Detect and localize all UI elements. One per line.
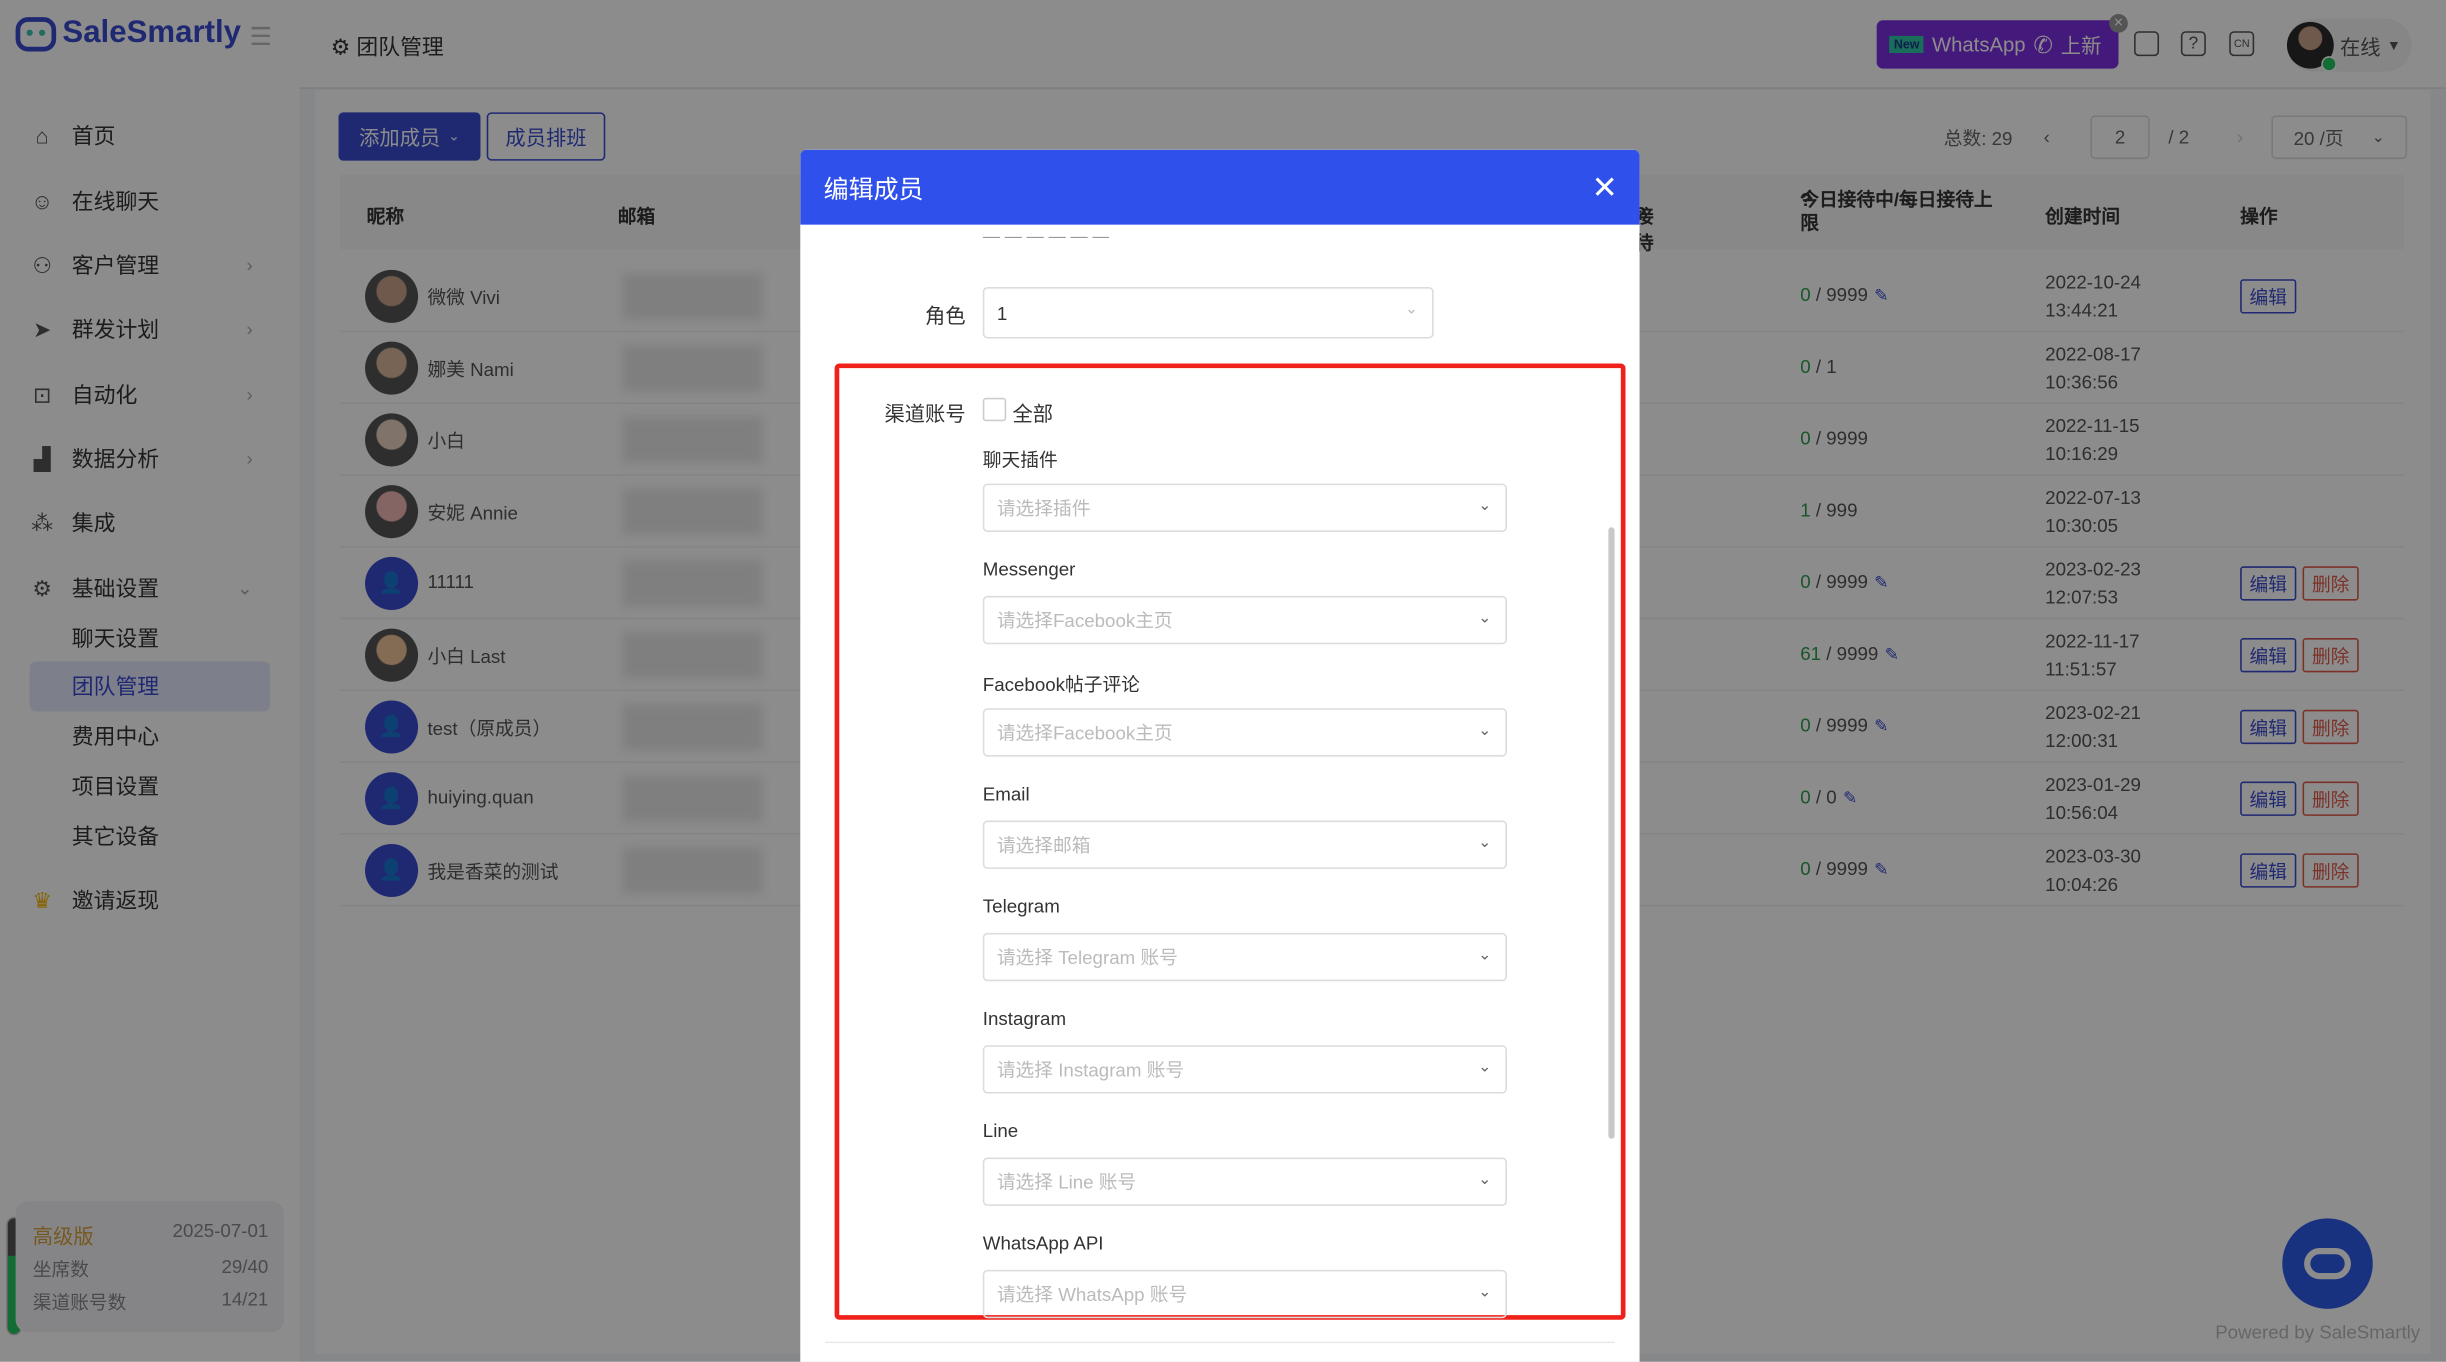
modal-header: 编辑成员 xyxy=(800,149,1640,225)
role-value: 1 xyxy=(996,301,1008,324)
select-placeholder: 请选择Facebook主页 xyxy=(996,722,1173,745)
channel-field-label: WhatsApp API xyxy=(982,1232,1104,1255)
chevron-down-icon: ⌄ xyxy=(1478,722,1492,740)
channel-label: 渠道账号 xyxy=(884,402,966,426)
channel-select[interactable]: 请选择 Telegram 账号 ⌄ xyxy=(982,932,1507,982)
modal-scrollbar[interactable] xyxy=(1608,527,1615,1139)
channel-field-label: Instagram xyxy=(982,1007,1067,1030)
close-icon[interactable]: ✕ xyxy=(1592,168,1618,207)
select-placeholder: 请选择 Line 账号 xyxy=(996,1171,1137,1194)
channel-field-label: Email xyxy=(982,783,1030,805)
channel-select[interactable]: 请选择 Line 账号 ⌄ xyxy=(982,1157,1507,1206)
select-all-label: 全部 xyxy=(1012,402,1054,426)
channel-field-label: 聊天插件 xyxy=(982,449,1058,472)
role-label: 角色 xyxy=(925,304,966,328)
select-placeholder: 请选择 Telegram 账号 xyxy=(996,946,1178,969)
chevron-down-icon: ⌄ xyxy=(1478,1059,1492,1077)
chevron-down-icon: ⌄ xyxy=(1478,609,1492,628)
channel-select[interactable]: 请选择 Instagram 账号 ⌄ xyxy=(982,1045,1507,1094)
chevron-down-icon: ⌄ xyxy=(1478,1171,1492,1189)
select-placeholder: 请选择 Instagram 账号 xyxy=(996,1059,1185,1082)
role-select[interactable]: 1 ⌄ xyxy=(982,287,1434,339)
channel-field-label: Facebook帖子评论 xyxy=(982,673,1140,696)
clipped-field-text: — — — — — — xyxy=(982,233,1110,247)
channel-select[interactable]: 请选择Facebook主页 ⌄ xyxy=(982,595,1507,645)
chevron-down-icon: ⌄ xyxy=(1478,946,1492,965)
chevron-down-icon: ⌄ xyxy=(1478,1283,1492,1302)
channel-select[interactable]: 请选择 WhatsApp 账号 ⌄ xyxy=(982,1269,1507,1319)
chevron-down-icon: ⌄ xyxy=(1478,834,1492,852)
select-placeholder: 请选择 WhatsApp 账号 xyxy=(996,1283,1188,1306)
select-all-checkbox[interactable] xyxy=(982,397,1007,422)
select-placeholder: 请选择插件 xyxy=(996,497,1091,520)
divider xyxy=(825,1341,1615,1344)
channel-field-label: Line xyxy=(982,1120,1019,1142)
chevron-down-icon: ⌄ xyxy=(1404,301,1419,319)
channel-field-label: Telegram xyxy=(982,895,1060,918)
select-placeholder: 请选择邮箱 xyxy=(996,834,1091,857)
channel-select[interactable]: 请选择插件 ⌄ xyxy=(982,483,1507,532)
modal-title: 编辑成员 xyxy=(823,177,924,205)
channel-select[interactable]: 请选择邮箱 ⌄ xyxy=(982,820,1507,869)
channel-select[interactable]: 请选择Facebook主页 ⌄ xyxy=(982,708,1507,757)
select-placeholder: 请选择Facebook主页 xyxy=(996,609,1173,632)
channel-field-label: Messenger xyxy=(982,558,1076,581)
chevron-down-icon: ⌄ xyxy=(1478,497,1492,515)
edit-member-modal: 编辑成员 ✕ — — — — — — 角色 1 ⌄ 渠道账号 全部 聊天插件 请选… xyxy=(800,149,1640,1362)
